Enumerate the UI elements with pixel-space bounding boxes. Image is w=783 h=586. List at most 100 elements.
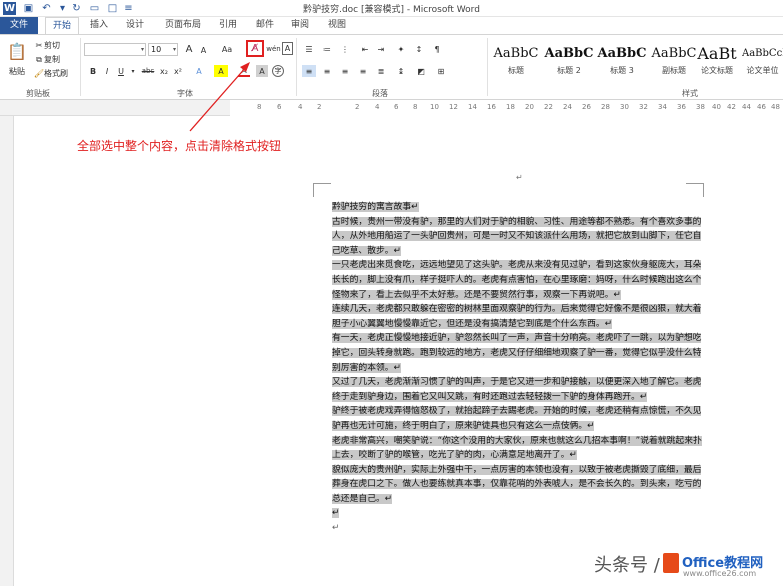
watermark-text: 头条号 /: [594, 555, 660, 576]
distributed-icon[interactable]: ≣: [374, 65, 388, 77]
paragraph-text: 驴终于被老虎戏弄得恼怒极了，就抬起蹄子去踢老虎。开始的时候，老虎还稍有点惊慌，不…: [332, 406, 702, 431]
underline-button[interactable]: U: [116, 65, 126, 77]
subscript-button[interactable]: x₂: [158, 65, 170, 77]
strikethrough-button[interactable]: abc: [140, 65, 156, 77]
ruler-tick: 40: [712, 103, 721, 111]
style-heading-2[interactable]: AaBbC 标题 2: [543, 43, 595, 85]
ruler-tick: 16: [487, 103, 496, 111]
page-margin-corner: [686, 183, 704, 197]
style-subtitle[interactable]: AaBbC 副标题: [648, 43, 700, 85]
change-case-button[interactable]: Aa: [218, 43, 236, 56]
text-effects-button[interactable]: A: [192, 65, 206, 77]
style-heading-3[interactable]: AaBbC 标题 3: [596, 43, 648, 85]
clear-formatting-button[interactable]: A̸: [246, 40, 264, 57]
style-name: 论文单位: [746, 66, 779, 75]
shading-icon[interactable]: ◩: [414, 65, 428, 77]
style-sample: AaBbC: [651, 46, 697, 61]
document-paragraph: 古时候，贵州一带没有驴，那里的人们对于驴的相貌、习性、用途等都不熟悉。有个喜欢多…: [332, 215, 704, 259]
increase-indent-icon[interactable]: ⇥: [374, 43, 388, 55]
tab-insert[interactable]: 插入: [84, 17, 114, 34]
paragraph-text: ↵: [332, 508, 340, 519]
grow-font-button[interactable]: A: [183, 43, 195, 56]
paragraph-text: ↵: [332, 523, 340, 534]
styles-group-label: 样式: [682, 89, 698, 98]
show-marks-icon[interactable]: ¶: [430, 43, 444, 55]
format-painter-icon: 🖌: [33, 69, 45, 78]
document-paragraph: 黔驴技穷的寓言故事↵: [332, 200, 704, 215]
document-paragraph: 老虎非常高兴，嘲笑驴说：“你这个没用的大家伙，原来也就这么几招本事啊！”说着就跳…: [332, 434, 704, 463]
tab-mailings[interactable]: 邮件: [250, 17, 280, 34]
character-shading-icon[interactable]: A: [256, 65, 268, 77]
horizontal-ruler[interactable]: 8 6 4 2 2 4 6 8 10 12 14 16 18 20 22 24 …: [0, 100, 783, 116]
document-paragraph: 有一天，老虎正慢慢地接近驴，驴忽然长叫了一声，声音十分响亮。老虎吓了一跳，以为驴…: [332, 331, 704, 375]
font-color-button[interactable]: A: [238, 65, 250, 77]
phonetic-guide-button[interactable]: wén: [266, 41, 280, 56]
shrink-font-button[interactable]: A: [198, 44, 209, 56]
ruler-tick: 20: [525, 103, 534, 111]
ruler-tick: 34: [658, 103, 667, 111]
character-border-icon[interactable]: A: [282, 42, 293, 55]
office-logo-icon: [663, 553, 679, 573]
multilevel-list-icon[interactable]: ⋮: [338, 43, 352, 55]
copy-button[interactable]: 复制: [44, 54, 72, 65]
sort-icon[interactable]: ↕: [412, 43, 426, 55]
paragraph-text: 黔驴技穷的寓言故事↵: [332, 202, 419, 212]
numbering-icon[interactable]: ≔: [320, 43, 334, 55]
tab-page-layout[interactable]: 页面布局: [157, 17, 209, 34]
tab-home[interactable]: 开始: [45, 17, 79, 34]
paragraph-text: 有一天，老虎正慢慢地接近驴，驴忽然长叫了一声，声音十分响亮。老虎吓了一跳，以为驴…: [332, 333, 702, 373]
ruler-tick: 2: [317, 103, 322, 111]
document-body[interactable]: 黔驴技穷的寓言故事↵ 古时候，贵州一带没有驴，那里的人们对于驴的相貌、习性、用途…: [332, 200, 704, 536]
ruler-tick: 14: [468, 103, 477, 111]
bold-button[interactable]: B: [88, 65, 98, 77]
clipboard-group-label: 剪贴板: [26, 89, 50, 98]
tab-file[interactable]: 文件: [0, 17, 38, 34]
vertical-ruler[interactable]: [0, 116, 14, 586]
ruler-tick: 4: [298, 103, 303, 111]
line-spacing-icon[interactable]: ↨: [394, 65, 408, 77]
ruler-tick: 46: [757, 103, 766, 111]
decrease-indent-icon[interactable]: ⇤: [358, 43, 372, 55]
group-separator: [80, 38, 81, 96]
tab-references[interactable]: 引用: [213, 17, 243, 34]
align-right-icon[interactable]: ≡: [338, 65, 352, 77]
tab-review[interactable]: 审阅: [285, 17, 315, 34]
ruler-tick: 44: [742, 103, 751, 111]
chinese-layout-icon[interactable]: ✦: [394, 43, 408, 55]
chevron-down-icon: ▾: [140, 46, 144, 53]
borders-icon[interactable]: ⊞: [434, 65, 448, 77]
copy-icon: ⧉: [36, 54, 42, 64]
style-paper-title[interactable]: AaBt 论文标题: [694, 43, 740, 85]
format-painter-button[interactable]: 格式刷: [44, 68, 78, 79]
paragraph-text: 一只老虎出来觅食吃，远远地望见了这头驴。老虎从来没有见过驴，看到这家伙身躯庞大，…: [332, 260, 702, 300]
ruler-tick: 42: [727, 103, 736, 111]
tab-design[interactable]: 设计: [120, 17, 150, 34]
align-left-icon[interactable]: ≡: [302, 65, 316, 77]
align-center-icon[interactable]: ≡: [320, 65, 334, 77]
paragraph-group-label: 段落: [372, 89, 388, 98]
bullets-icon[interactable]: ☰: [302, 43, 316, 55]
paragraph-text: 古时候，贵州一带没有驴，那里的人们对于驴的相貌、习性、用途等都不熟悉。有个喜欢多…: [332, 216, 702, 256]
cut-button[interactable]: 剪切: [44, 40, 72, 51]
ruler-tick: 24: [563, 103, 572, 111]
chevron-down-icon[interactable]: ▾: [130, 65, 136, 77]
ruler-tick: 48: [771, 103, 780, 111]
ruler-tick: 30: [620, 103, 629, 111]
style-name: 副标题: [662, 66, 686, 75]
font-name-combo[interactable]: ▾: [84, 43, 146, 56]
style-sample: AaBt: [697, 44, 737, 63]
italic-button[interactable]: I: [102, 65, 112, 77]
font-size-combo[interactable]: 10 ▾: [148, 43, 178, 56]
ribbon: 📋 粘贴 ✂ 剪切 ⧉ 复制 🖌 格式刷 剪贴板 ▾ 10 ▾ A A Aa A̸…: [0, 34, 783, 100]
highlight-button[interactable]: A: [214, 65, 228, 77]
superscript-button[interactable]: x²: [172, 65, 184, 77]
tab-view[interactable]: 视图: [322, 17, 352, 34]
paste-button[interactable]: 粘贴: [4, 65, 30, 77]
paste-icon[interactable]: 📋: [4, 39, 30, 63]
font-size-value: 10: [151, 45, 162, 54]
style-title[interactable]: AaBbC 标题: [490, 43, 542, 85]
justify-icon[interactable]: ≡: [356, 65, 370, 77]
enclose-characters-icon[interactable]: 字: [272, 65, 284, 77]
style-paper-unit[interactable]: AaBbCcD 论文单位: [742, 43, 783, 85]
document-paragraph: 又过了几天，老虎渐渐习惯了驴的叫声，于是它又进一步和驴接触，以便更深入地了解它。…: [332, 375, 704, 404]
